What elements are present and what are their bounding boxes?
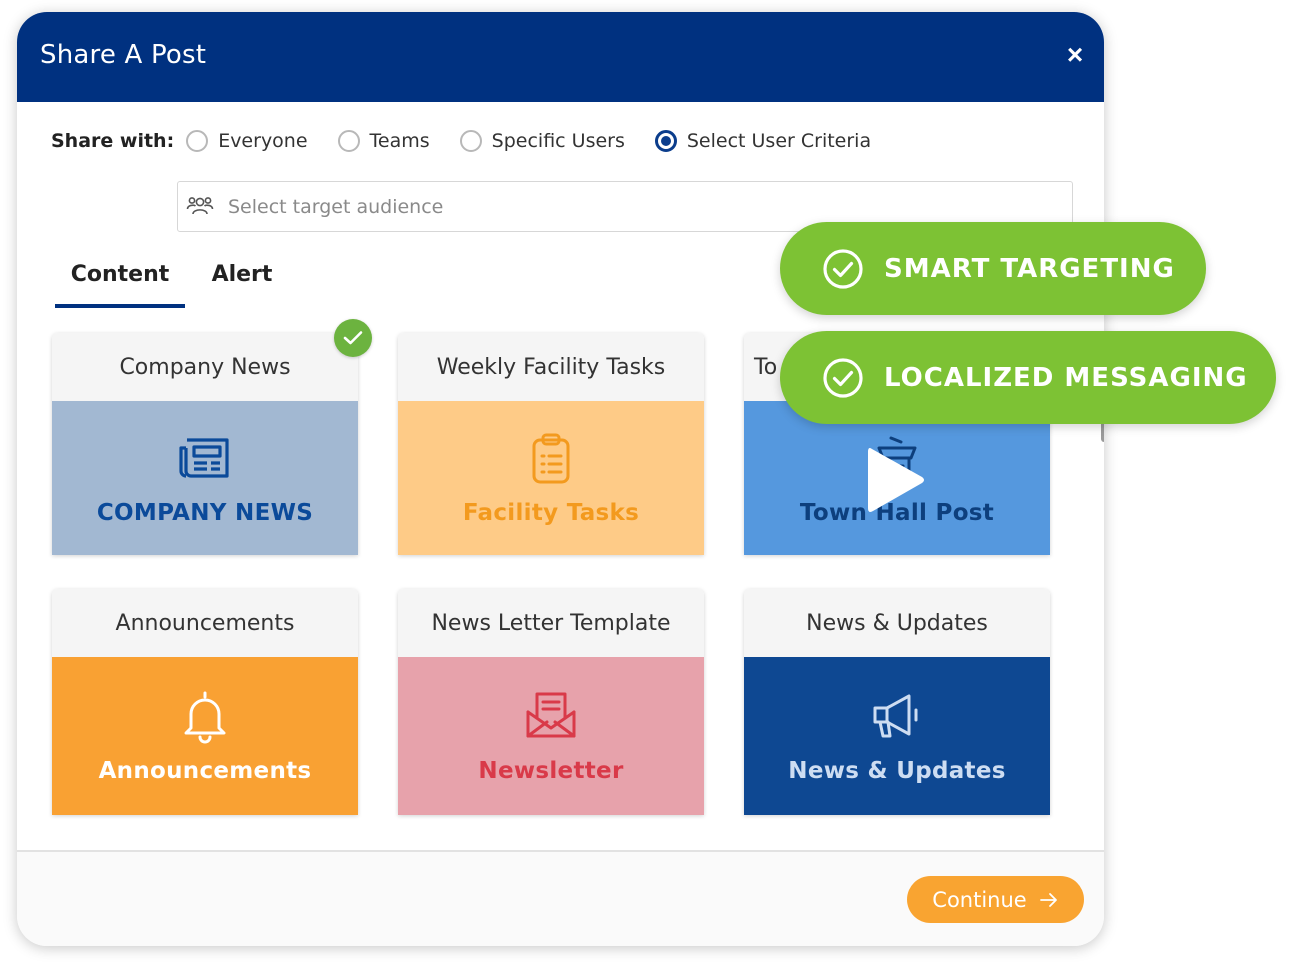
newspaper-icon — [179, 438, 229, 478]
template-card-facility-tasks[interactable]: Weekly Facility Tasks Facility Tasks — [398, 333, 704, 555]
card-body: Town Hall Post — [744, 401, 1050, 555]
card-label: Facility Tasks — [462, 500, 640, 526]
selected-check-icon — [334, 319, 372, 357]
check-circle-icon — [823, 357, 863, 398]
card-label: Newsletter — [478, 758, 624, 784]
radio-label: Teams — [369, 130, 430, 152]
radio-circle[interactable] — [459, 130, 482, 152]
megaphone-icon — [873, 694, 918, 738]
badge-label: LOCALIZED MESSAGING — [884, 362, 1248, 393]
share-with-row: Share with: Everyone Teams Specific User… — [51, 127, 901, 155]
close-icon[interactable]: × — [1060, 38, 1090, 72]
envelope-letter-icon — [526, 692, 576, 738]
card-title: News & Updates — [744, 589, 1050, 657]
modal-header: Share A Post × — [17, 12, 1104, 102]
share-post-modal: Share A Post × Share with: Everyone Team… — [17, 12, 1104, 946]
card-body: Newsletter — [398, 657, 704, 815]
play-icon[interactable] — [864, 443, 928, 517]
card-title: Weekly Facility Tasks — [398, 333, 704, 401]
check-circle-icon — [823, 248, 863, 289]
card-title: Announcements — [52, 589, 358, 657]
radio-everyone[interactable]: Everyone — [186, 130, 308, 152]
radio-specific-users[interactable]: Specific Users — [459, 130, 625, 152]
card-body: Announcements — [52, 657, 358, 815]
tab-alert[interactable]: Alert — [210, 262, 274, 304]
badge-smart-targeting: SMART TARGETING — [780, 222, 1206, 315]
card-body: News & Updates — [744, 657, 1050, 815]
template-card-announcements[interactable]: Announcements Announcements — [52, 589, 358, 815]
card-label: COMPANY NEWS — [96, 500, 314, 526]
card-label: Announcements — [98, 758, 312, 784]
clipboard-icon — [532, 433, 570, 484]
radio-circle[interactable] — [186, 130, 209, 152]
template-card-newsletter[interactable]: News Letter Template Newsletter — [398, 589, 704, 815]
badge-label: SMART TARGETING — [884, 253, 1175, 284]
bell-icon — [184, 691, 226, 744]
tab-content[interactable]: Content — [55, 262, 185, 308]
template-card-company-news[interactable]: Company News COMPANY NEWS — [52, 319, 372, 555]
radio-select-user-criteria[interactable]: Select User Criteria — [654, 130, 872, 152]
radio-label: Everyone — [218, 130, 308, 152]
radio-label: Specific Users — [491, 130, 625, 152]
badge-localized-messaging: LOCALIZED MESSAGING — [780, 331, 1276, 424]
card-body: Facility Tasks — [398, 401, 704, 555]
audience-input[interactable] — [226, 194, 1072, 219]
card-title: News Letter Template — [398, 589, 704, 657]
share-with-label: Share with: — [51, 130, 175, 152]
card-title: Company News — [52, 333, 358, 401]
continue-button[interactable]: Continue — [907, 876, 1084, 923]
radio-circle-checked[interactable] — [654, 130, 677, 152]
people-icon — [186, 196, 214, 214]
modal-title: Share A Post — [40, 40, 207, 70]
continue-label: Continue — [932, 887, 1027, 912]
arrow-right-icon — [1039, 892, 1057, 907]
card-label: News & Updates — [788, 758, 1006, 784]
card-body: COMPANY NEWS — [52, 401, 358, 555]
radio-teams[interactable]: Teams — [337, 130, 430, 152]
radio-label: Select User Criteria — [686, 130, 872, 152]
template-card-news-updates[interactable]: News & Updates News & Updates — [744, 589, 1050, 815]
radio-circle[interactable] — [337, 130, 360, 152]
